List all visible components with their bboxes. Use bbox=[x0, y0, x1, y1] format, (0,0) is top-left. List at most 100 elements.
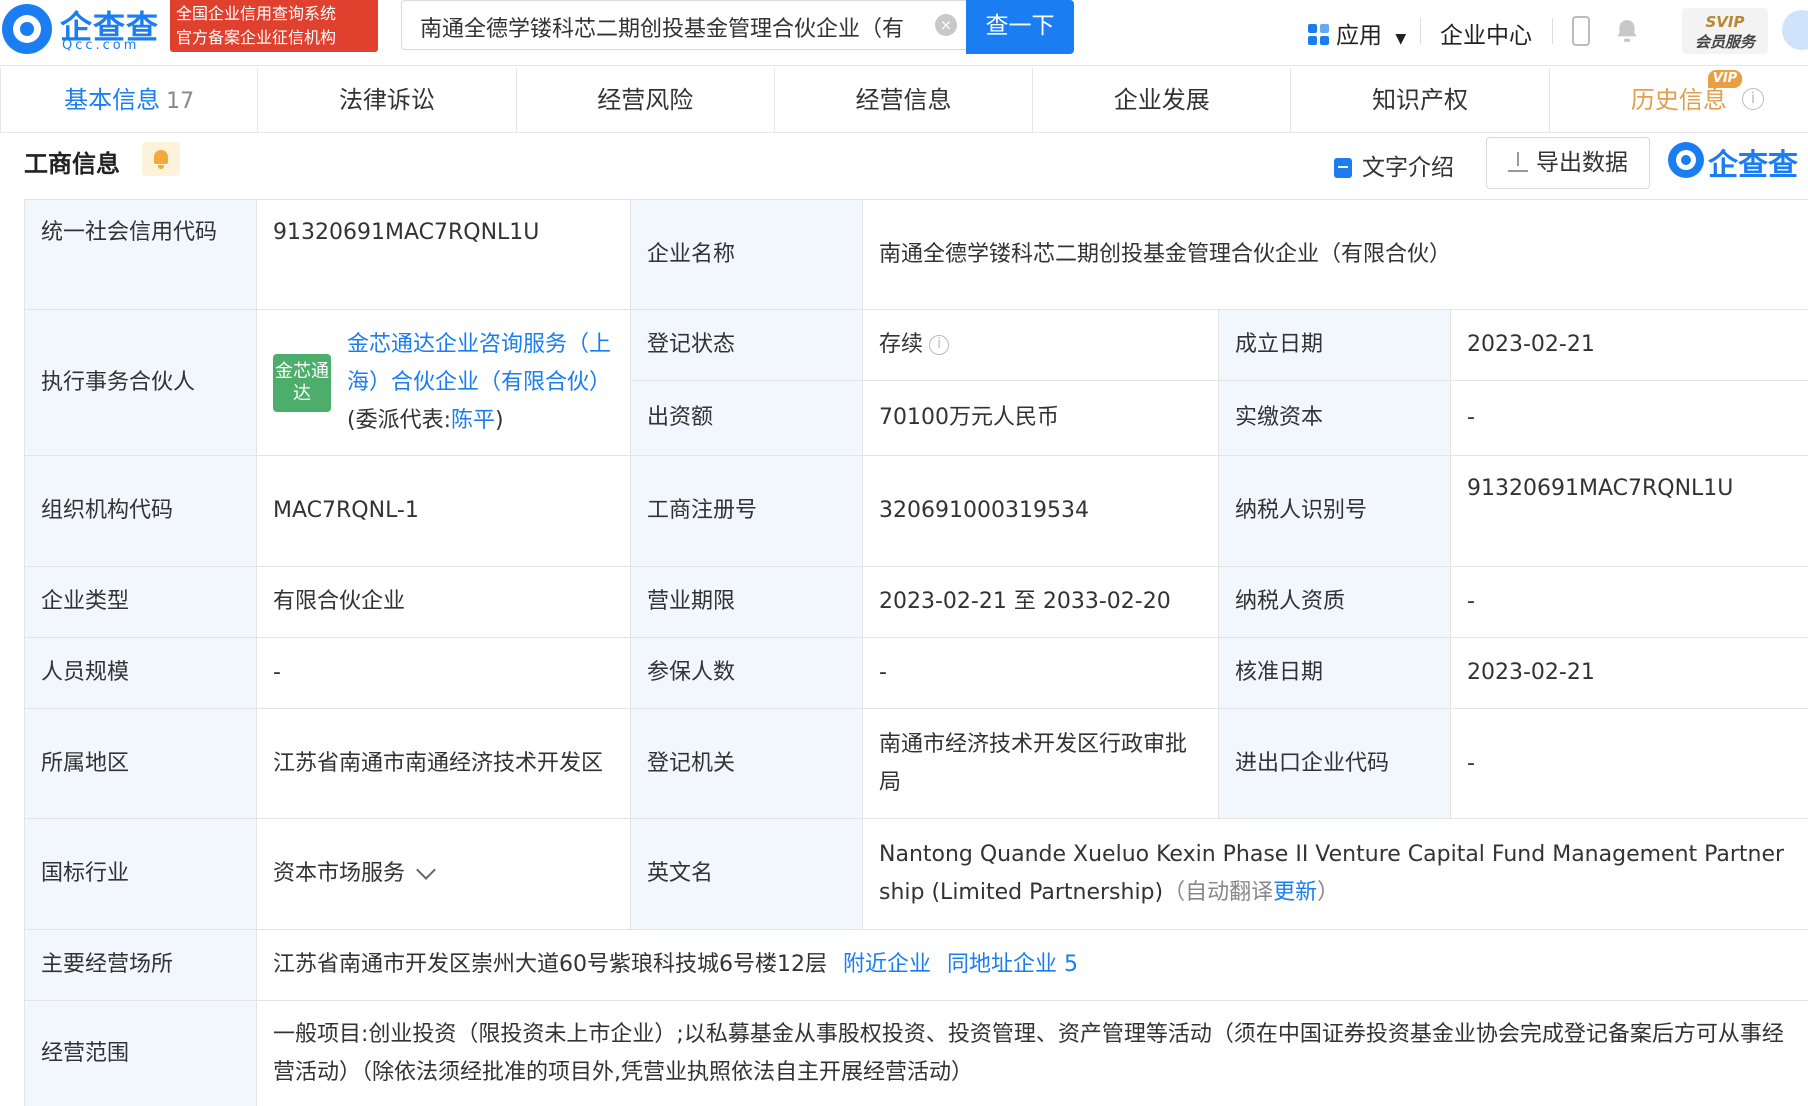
clear-icon[interactable]: × bbox=[935, 14, 957, 36]
reg-no-label: 工商注册号 bbox=[631, 456, 863, 567]
info-icon[interactable]: i bbox=[1742, 88, 1764, 110]
text-intro-label: 文字介绍 bbox=[1362, 155, 1454, 181]
insured-value: - bbox=[863, 638, 1219, 709]
apps-menu[interactable]: 应用 ▼ bbox=[1308, 16, 1406, 50]
search-button[interactable]: 查一下 bbox=[966, 0, 1074, 54]
scope-label: 经营范围 bbox=[25, 1001, 257, 1106]
taxpayer-id-label: 纳税人识别号 bbox=[1219, 456, 1451, 567]
tab-label: 经营信息 bbox=[855, 86, 952, 114]
insured-label: 参保人数 bbox=[631, 638, 863, 709]
official-badge: 全国企业信用查询系统 官方备案企业征信机构 bbox=[170, 0, 378, 52]
staff-value: - bbox=[257, 638, 631, 709]
type-value: 有限合伙企业 bbox=[257, 567, 631, 638]
logo-domain: Qcc.com bbox=[62, 38, 140, 53]
credit-code-label: 统一社会信用代码 bbox=[25, 200, 257, 310]
auto-translate-end: ） bbox=[1317, 880, 1340, 905]
authority-value: 南通市经济技术开发区行政审批局 bbox=[863, 709, 1219, 819]
reg-no-value: 320691000319534 bbox=[863, 456, 1219, 567]
svip-sublabel: 会员服务 bbox=[1694, 33, 1755, 51]
text-intro-button[interactable]: 文字介绍 bbox=[1334, 148, 1454, 182]
tab-ip[interactable]: 知识产权 bbox=[1291, 68, 1550, 133]
tab-bar: 基本信息 17 法律诉讼 经营风险 经营信息 企业发展 知识产权 历史信息 bbox=[0, 68, 1808, 133]
tab-operations[interactable]: 经营信息 bbox=[775, 68, 1034, 133]
type-label: 企业类型 bbox=[25, 567, 257, 638]
auto-translate-note: （自动翻译 bbox=[1163, 880, 1274, 905]
nearby-link[interactable]: 附近企业 bbox=[843, 946, 931, 984]
term-label: 营业期限 bbox=[631, 567, 863, 638]
update-link[interactable]: 更新 bbox=[1273, 880, 1317, 905]
address-label: 主要经营场所 bbox=[25, 930, 257, 1001]
tab-label: 知识产权 bbox=[1372, 86, 1469, 114]
tab-label: 经营风险 bbox=[597, 86, 694, 114]
org-code-label: 组织机构代码 bbox=[25, 456, 257, 567]
divider bbox=[1552, 18, 1553, 44]
apps-grid-icon bbox=[1308, 24, 1330, 46]
industry-label: 国标行业 bbox=[25, 819, 257, 930]
tab-basic-info[interactable]: 基本信息 17 bbox=[0, 68, 259, 133]
chevron-down-icon[interactable] bbox=[416, 860, 436, 880]
capital-value: 70100万元人民币 bbox=[863, 381, 1219, 456]
info-icon[interactable]: i bbox=[929, 335, 950, 355]
mobile-icon[interactable] bbox=[1572, 16, 1590, 46]
enterprise-center-link[interactable]: 企业中心 bbox=[1440, 16, 1532, 50]
apps-label: 应用 bbox=[1336, 23, 1382, 49]
export-data-button[interactable]: 导出数据 bbox=[1486, 137, 1650, 189]
partner-rep-suffix: ) bbox=[495, 407, 504, 433]
industry-cell[interactable]: 资本市场服务 bbox=[257, 819, 631, 930]
business-info-table: 统一社会信用代码 91320691MAC7RQNL1U 企业名称 南通全德学镂科… bbox=[24, 199, 1808, 1106]
download-icon bbox=[1508, 152, 1528, 172]
tab-label: 历史信息 bbox=[1630, 86, 1727, 114]
import-export-value: - bbox=[1451, 709, 1808, 819]
paid-capital-label: 实缴资本 bbox=[1219, 381, 1451, 456]
search-input[interactable]: 南通全德学镂科芯二期创投基金管理合伙企业（有 bbox=[401, 0, 966, 50]
top-header: 企查查 Qcc.com 全国企业信用查询系统 官方备案企业征信机构 南通全德学镂… bbox=[0, 0, 1808, 66]
badge-line-1: 全国企业信用查询系统 bbox=[176, 4, 337, 23]
tab-label: 企业发展 bbox=[1113, 86, 1210, 114]
partner-name-link[interactable]: 金芯通达企业咨询服务（上海）合伙企业（有限合伙） bbox=[347, 332, 611, 395]
watermark-text: 企查查 bbox=[1708, 148, 1798, 183]
user-avatar[interactable] bbox=[1782, 10, 1808, 50]
credit-code-value[interactable]: 91320691MAC7RQNL1U bbox=[257, 200, 631, 310]
tab-risk[interactable]: 经营风险 bbox=[517, 68, 775, 133]
region-label: 所属地区 bbox=[25, 709, 257, 819]
tab-history[interactable]: 历史信息 bbox=[1550, 68, 1808, 133]
caret-down-icon: ▼ bbox=[1395, 31, 1407, 47]
partner-rep-prefix: (委派代表: bbox=[347, 407, 451, 433]
authority-label: 登记机关 bbox=[631, 709, 863, 819]
taxpayer-id-value: 91320691MAC7RQNL1U bbox=[1451, 456, 1808, 567]
english-wrap: Nantong Quande Xueluo Kexin Phase II Ven… bbox=[879, 836, 1792, 912]
tab-label: 基本信息 bbox=[64, 86, 161, 114]
svip-button[interactable]: SVIP 会员服务 bbox=[1682, 8, 1768, 54]
notification-bell-icon[interactable] bbox=[1614, 18, 1640, 44]
same-address-link[interactable]: 同地址企业 5 bbox=[947, 946, 1078, 984]
paid-capital-value: - bbox=[1451, 381, 1808, 456]
import-export-label: 进出口企业代码 bbox=[1219, 709, 1451, 819]
qcc-logo-icon[interactable] bbox=[2, 4, 52, 54]
status-cell: 存续 i bbox=[863, 310, 1219, 381]
company-name-value[interactable]: 南通全德学镂科芯二期创投基金管理合伙企业（有限合伙） bbox=[863, 200, 1808, 310]
status-label: 登记状态 bbox=[631, 310, 863, 381]
industry-value: 资本市场服务 bbox=[273, 861, 406, 886]
established-label: 成立日期 bbox=[1219, 310, 1451, 381]
term-value: 2023-02-21 至 2033-02-20 bbox=[863, 567, 1219, 638]
badge-line-2: 官方备案企业征信机构 bbox=[176, 28, 337, 47]
org-code-value: MAC7RQNL-1 bbox=[257, 456, 631, 567]
vip-badge: VIP bbox=[1708, 70, 1742, 88]
address-cell: 江苏省南通市开发区崇州大道60号紫琅科技城6号楼12层 附近企业 同地址企业 5 bbox=[257, 930, 1808, 1001]
export-label: 导出数据 bbox=[1536, 150, 1628, 176]
partner-logo[interactable]: 金芯通达 bbox=[273, 353, 331, 412]
status-value: 存续 bbox=[879, 332, 924, 357]
tab-development[interactable]: 企业发展 bbox=[1033, 68, 1292, 133]
partner-info: 金芯通达企业咨询服务（上海）合伙企业（有限合伙） (委派代表:陈平) bbox=[347, 326, 614, 440]
taxpayer-qual-value: - bbox=[1451, 567, 1808, 638]
region-value: 江苏省南通市南通经济技术开发区 bbox=[257, 709, 631, 819]
tab-legal[interactable]: 法律诉讼 bbox=[258, 68, 517, 133]
partner-rep-link[interactable]: 陈平 bbox=[451, 408, 495, 433]
subscribe-bell-icon[interactable] bbox=[142, 142, 180, 176]
capital-label: 出资额 bbox=[631, 381, 863, 456]
tab-count: 17 bbox=[166, 89, 195, 114]
company-name-label: 企业名称 bbox=[631, 200, 863, 310]
scope-value: 一般项目:创业投资（限投资未上市企业）;以私募基金从事股权投资、投资管理、资产管… bbox=[257, 1001, 1808, 1106]
divider bbox=[1420, 18, 1421, 44]
tab-label: 法律诉讼 bbox=[338, 86, 435, 114]
